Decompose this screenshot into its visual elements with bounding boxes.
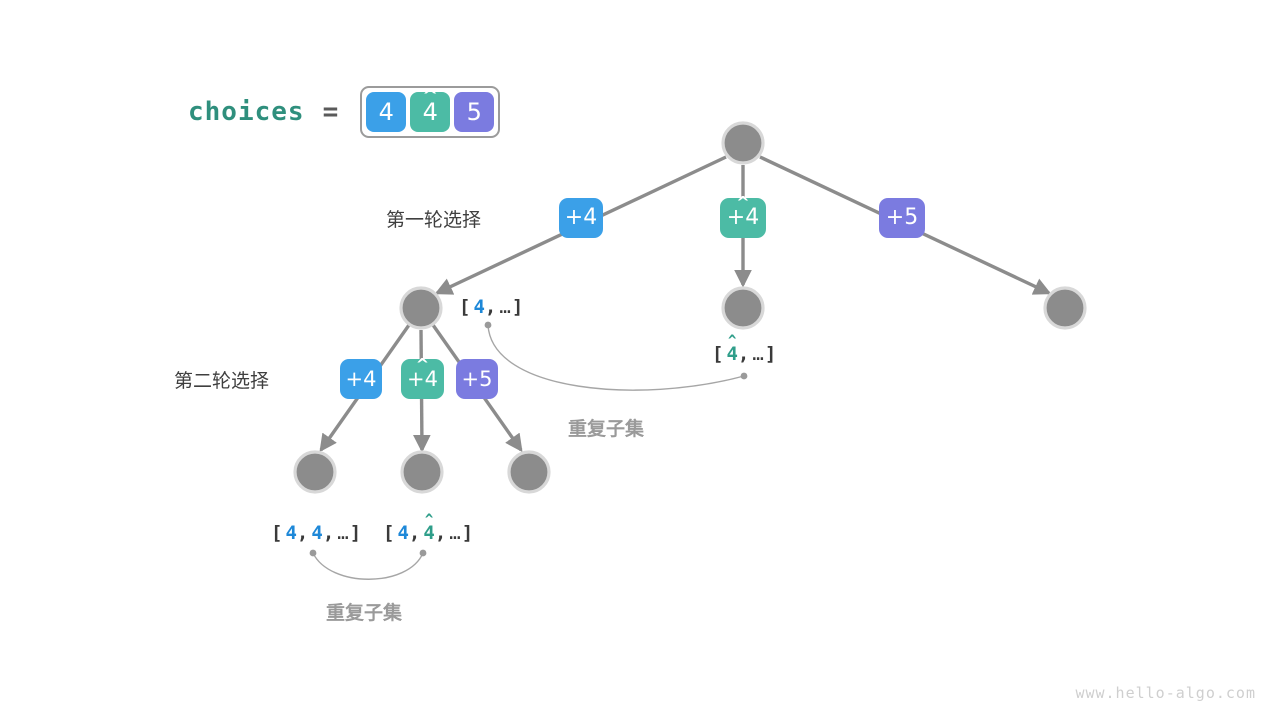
state-level1-mid-item-0: ^ 4 bbox=[726, 333, 738, 365]
state-level1-left-close: ] bbox=[511, 296, 524, 318]
chip-0-value: 4 bbox=[378, 98, 394, 126]
dot-lower-end bbox=[419, 549, 427, 557]
node-level2-mid bbox=[400, 450, 444, 494]
state-level2-left-open: [ bbox=[271, 522, 283, 544]
state-level1-left: [4,…] bbox=[459, 296, 524, 318]
state-level2-left-item-0: 4 bbox=[285, 522, 297, 544]
chip-1-hat: ^ bbox=[422, 85, 439, 107]
node-level1-left bbox=[399, 286, 443, 330]
state-level2-mid: [4, ^ 4,…] bbox=[383, 512, 474, 544]
chip-2-value: 5 bbox=[466, 98, 482, 126]
state-level2-mid-item-1: ^ 4 bbox=[423, 512, 435, 544]
edge-chip-r2-add4: +4 bbox=[340, 359, 382, 399]
dot-upper-start bbox=[484, 321, 492, 329]
state-level2-mid-open: [ bbox=[383, 522, 395, 544]
choices-chip-0: 4 bbox=[366, 92, 407, 132]
edge-chip-r2-add4-label: +4 bbox=[345, 366, 377, 391]
duplicate-curve-upper bbox=[487, 324, 745, 391]
duplicate-curve-lower bbox=[312, 552, 424, 580]
node-level1-right bbox=[1043, 286, 1087, 330]
choices-array-box: 4 ^ 4 5 bbox=[360, 86, 501, 138]
node-level2-right bbox=[507, 450, 551, 494]
edge-chip-r2-add4hat: ^ +4 bbox=[401, 354, 444, 399]
dot-upper-end bbox=[740, 372, 748, 380]
state-level1-mid-close: ] bbox=[764, 343, 777, 365]
state-level2-left-close: ] bbox=[349, 522, 362, 544]
edge-chip-r1-add4hat-hat: ^ bbox=[736, 193, 750, 212]
state-level2-left-item-1: 4 bbox=[311, 522, 323, 544]
edge-chip-r2-add5-label: +5 bbox=[461, 366, 493, 391]
dot-lower-start bbox=[309, 549, 317, 557]
edge-chip-r1-add4-label: +4 bbox=[564, 205, 598, 230]
diagram-canvas: choices = 4 ^ 4 5 第一轮选择 第二轮选择 +4 ^ +4 +5… bbox=[0, 0, 1280, 720]
edge-chip-r1-add5-label: +5 bbox=[885, 205, 919, 230]
state-level1-mid-ellipsis: … bbox=[752, 343, 765, 365]
duplicate-connector-dots bbox=[309, 321, 748, 557]
state-level1-left-open: [ bbox=[459, 296, 471, 318]
edge-chip-r1-add4: +4 bbox=[559, 198, 603, 238]
node-level1-mid bbox=[721, 286, 765, 330]
duplicate-subset-label-upper: 重复子集 bbox=[568, 418, 645, 440]
choices-chip-1: ^ 4 bbox=[410, 87, 451, 132]
edge-chip-r1-add5: +5 bbox=[879, 198, 925, 238]
state-level2-left: [4, 4,…] bbox=[271, 522, 362, 544]
first-round-label: 第一轮选择 bbox=[386, 209, 482, 231]
state-level1-left-ellipsis: … bbox=[499, 296, 512, 318]
tree-nodes bbox=[293, 121, 1087, 494]
node-level2-left bbox=[293, 450, 337, 494]
choices-chip-2: 5 bbox=[454, 92, 495, 132]
second-round-label: 第二轮选择 bbox=[174, 370, 270, 392]
node-root bbox=[721, 121, 765, 165]
edge-chip-r1-add4hat: ^ +4 bbox=[720, 193, 766, 238]
state-level1-mid-open: [ bbox=[712, 343, 724, 365]
edge-chip-r2-add5: +5 bbox=[456, 359, 498, 399]
state-level2-mid-item-0: 4 bbox=[397, 522, 409, 544]
state-level1-mid: [^ 4,…] bbox=[712, 333, 777, 365]
state-level2-mid-close: ] bbox=[461, 522, 474, 544]
choices-label: choices bbox=[188, 97, 305, 127]
duplicate-subset-label-lower: 重复子集 bbox=[326, 602, 403, 624]
watermark: www.hello-algo.com bbox=[1075, 684, 1256, 702]
state-level1-left-item-0: 4 bbox=[473, 296, 485, 318]
choices-header: choices = 4 ^ 4 5 bbox=[188, 86, 501, 138]
state-level2-mid-ellipsis: … bbox=[449, 522, 462, 544]
edge-chip-r2-add4hat-hat: ^ bbox=[415, 354, 430, 374]
choices-equals-sign: = bbox=[322, 97, 339, 127]
state-level2-left-ellipsis: … bbox=[337, 522, 350, 544]
